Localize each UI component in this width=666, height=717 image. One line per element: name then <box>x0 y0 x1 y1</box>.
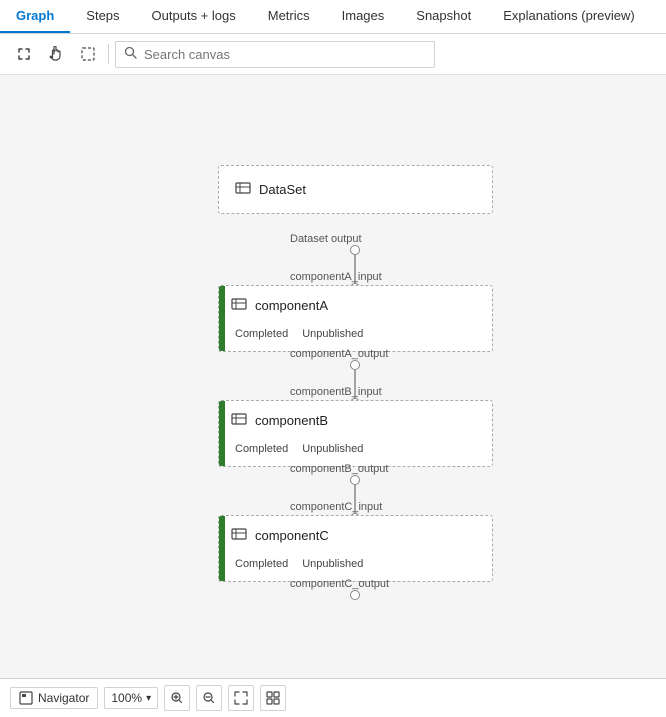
hand-tool-button[interactable] <box>42 40 70 68</box>
componentB-status: Completed <box>231 442 292 456</box>
toolbar-divider <box>108 44 109 64</box>
fit-view-button[interactable] <box>228 685 254 711</box>
componentB-header: componentB <box>219 401 492 440</box>
tab-bar: Graph Steps Outputs + logs Metrics Image… <box>0 0 666 34</box>
componentA-output-label: componentA_output <box>290 348 388 360</box>
search-box[interactable] <box>115 41 435 68</box>
zoom-in-button[interactable] <box>164 685 190 711</box>
tab-images[interactable]: Images <box>326 0 401 33</box>
tab-outputs-logs[interactable]: Outputs + logs <box>136 0 252 33</box>
componentC-header: componentC <box>219 516 492 555</box>
canvas-area: DataSet Dataset output componentA_input … <box>0 75 666 678</box>
toolbar <box>0 34 666 75</box>
tab-explanations[interactable]: Explanations (preview) <box>487 0 651 33</box>
dataset-output-label: Dataset output <box>290 233 362 245</box>
componentB-publish-status: Unpublished <box>298 442 367 456</box>
dataset-title: DataSet <box>259 182 306 197</box>
componentB-icon <box>231 411 247 430</box>
bottom-bar: Navigator 100% ▾ <box>0 678 666 717</box>
zoom-out-button[interactable] <box>196 685 222 711</box>
dataset-node-header: DataSet <box>219 166 492 213</box>
zoom-chevron-icon: ▾ <box>146 693 151 704</box>
componentC-icon <box>231 526 247 545</box>
expand-button[interactable] <box>10 40 38 68</box>
componentA-header: componentA <box>219 286 492 325</box>
tab-steps[interactable]: Steps <box>70 0 135 33</box>
search-input[interactable] <box>144 47 426 62</box>
dataset-icon <box>235 180 251 199</box>
componentC-output-label: componentC_output <box>290 578 389 590</box>
componentA-status: Completed <box>231 327 292 341</box>
componentA-input-label: componentA_input <box>290 271 382 283</box>
navigator-button[interactable]: Navigator <box>10 687 98 709</box>
search-icon <box>124 46 138 63</box>
navigator-label: Navigator <box>38 691 89 705</box>
componentC-title: componentC <box>255 528 329 543</box>
dataset-output-dot <box>350 245 360 255</box>
componentC-output-dot <box>350 590 360 600</box>
componentC-left-bar <box>219 516 225 581</box>
componentC-status: Completed <box>231 557 292 571</box>
tab-snapshot[interactable]: Snapshot <box>400 0 487 33</box>
componentB-title: componentB <box>255 413 328 428</box>
tab-graph[interactable]: Graph <box>0 0 70 33</box>
zoom-display[interactable]: 100% ▾ <box>104 687 158 709</box>
dataset-node[interactable]: DataSet <box>218 165 493 214</box>
componentC-node[interactable]: componentC Completed Unpublished <box>218 515 493 582</box>
componentA-title: componentA <box>255 298 328 313</box>
select-button[interactable] <box>74 40 102 68</box>
componentB-input-label: componentB_input <box>290 386 382 398</box>
navigator-icon <box>19 691 33 705</box>
zoom-level: 100% <box>111 691 142 705</box>
componentB-output-dot <box>350 475 360 485</box>
componentC-publish-status: Unpublished <box>298 557 367 571</box>
componentC-input-label: componentC_input <box>290 501 382 513</box>
componentA-publish-status: Unpublished <box>298 327 367 341</box>
componentA-icon <box>231 296 247 315</box>
componentA-node[interactable]: componentA Completed Unpublished <box>218 285 493 352</box>
overview-button[interactable] <box>260 685 286 711</box>
tab-metrics[interactable]: Metrics <box>252 0 326 33</box>
componentB-output-label: componentB_output <box>290 463 388 475</box>
componentB-node[interactable]: componentB Completed Unpublished <box>218 400 493 467</box>
componentA-left-bar <box>219 286 225 351</box>
componentA-output-dot <box>350 360 360 370</box>
componentB-left-bar <box>219 401 225 466</box>
